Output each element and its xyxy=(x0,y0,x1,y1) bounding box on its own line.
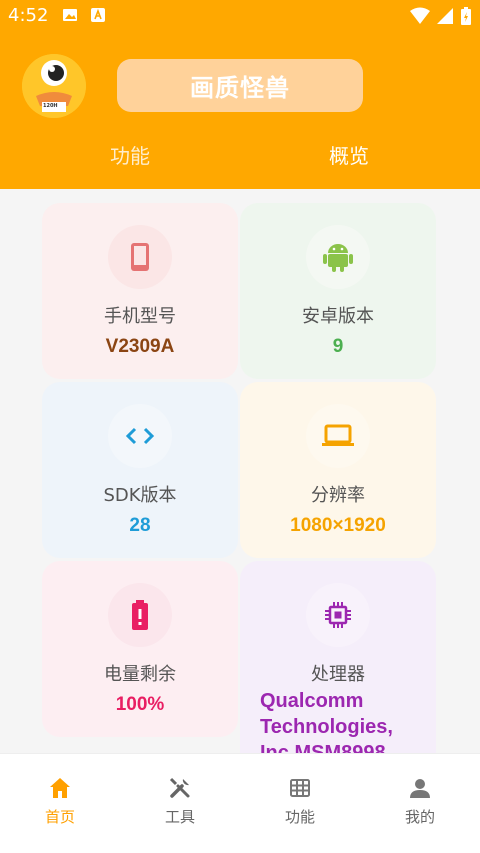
card-phone-model: 手机型号 V2309A xyxy=(42,203,238,379)
phone-icon xyxy=(131,243,149,271)
processor-line: Inc MSM8998 xyxy=(260,742,386,753)
battery-alert-icon xyxy=(132,600,148,630)
card-label: 手机型号 xyxy=(104,306,176,327)
grid-icon xyxy=(290,779,310,797)
status-time: 4:52 xyxy=(8,5,49,26)
avatar-badge: 120H xyxy=(43,103,58,109)
app-title-button[interactable]: 画质怪兽 xyxy=(117,59,363,112)
card-label: 安卓版本 xyxy=(302,306,374,327)
nav-home[interactable]: 首页 xyxy=(0,776,120,827)
overview-content[interactable]: 手机型号 V2309A 安卓版本 9 SDK版本 28 分辨率 1080×192… xyxy=(0,189,480,753)
card-label: 分辨率 xyxy=(311,485,365,506)
processor-line: Technologies, xyxy=(260,716,393,738)
top-tabs: 功能 概览 xyxy=(0,140,480,180)
nav-label: 功能 xyxy=(284,808,315,826)
wifi-icon xyxy=(410,7,430,24)
card-sdk-version: SDK版本 28 xyxy=(42,382,238,558)
tab-functions[interactable]: 功能 xyxy=(50,140,210,169)
card-android-version: 安卓版本 9 xyxy=(240,203,436,379)
laptop-icon xyxy=(322,424,354,446)
android-icon xyxy=(323,244,353,272)
card-value: 9 xyxy=(332,336,344,357)
home-icon xyxy=(50,778,70,798)
card-label: 电量剩余 xyxy=(104,664,176,685)
person-icon xyxy=(410,779,430,798)
card-label: SDK版本 xyxy=(103,485,177,506)
bottom-nav: 首页 工具 功能 我的 xyxy=(0,753,480,853)
card-resolution: 分辨率 1080×1920 xyxy=(240,382,436,558)
chip-icon xyxy=(325,602,351,628)
card-value: Qualcomm Technologies, Inc MSM8998 xyxy=(240,688,436,753)
nav-label: 我的 xyxy=(404,808,435,826)
card-battery: 电量剩余 100% xyxy=(42,561,238,737)
nav-functions[interactable]: 功能 xyxy=(240,776,360,827)
processor-line: Qualcomm xyxy=(260,690,364,712)
nav-tools[interactable]: 工具 xyxy=(120,776,240,827)
card-value: 28 xyxy=(129,515,151,536)
tools-icon xyxy=(169,777,190,798)
nav-profile[interactable]: 我的 xyxy=(360,776,480,827)
avatar[interactable]: 120H xyxy=(22,54,86,118)
nav-label: 工具 xyxy=(164,808,195,826)
signal-icon xyxy=(437,8,453,24)
card-value: V2309A xyxy=(105,336,175,357)
tab-overview[interactable]: 概览 xyxy=(269,140,429,169)
image-notification-icon xyxy=(63,9,77,21)
card-processor: 处理器 Qualcomm Technologies, Inc MSM8998 xyxy=(240,561,436,753)
app-header: 120H 画质怪兽 功能 概览 xyxy=(0,32,480,189)
nav-label: 首页 xyxy=(44,808,75,826)
code-icon xyxy=(125,427,155,445)
status-bar: 4:52 xyxy=(0,0,480,32)
card-value: 100% xyxy=(115,694,165,715)
card-label: 处理器 xyxy=(311,664,365,685)
app-notification-icon xyxy=(91,8,105,22)
battery-charging-icon xyxy=(461,7,471,25)
card-value: 1080×1920 xyxy=(290,515,386,536)
